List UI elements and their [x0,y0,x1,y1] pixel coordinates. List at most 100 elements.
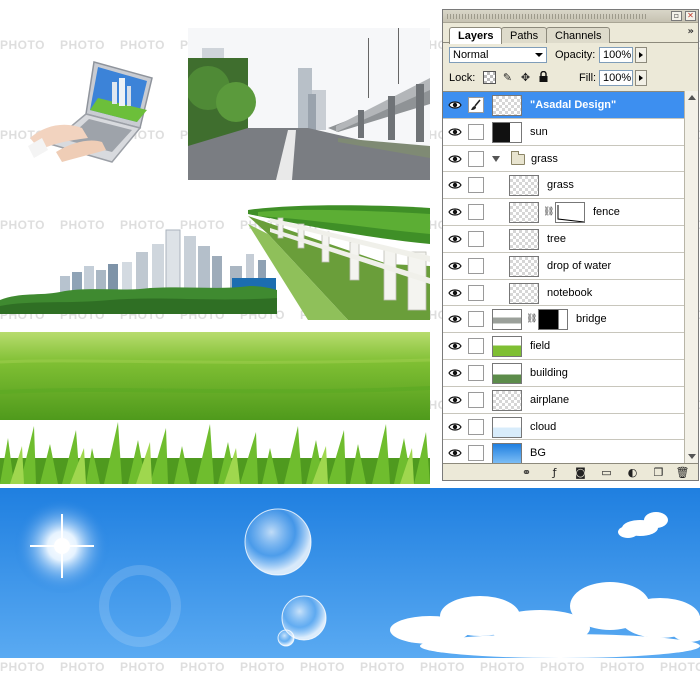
layer-row[interactable]: ⛓ bridge [443,306,684,334]
lock-all-icon[interactable] [537,70,550,84]
link-layers-icon[interactable]: ⚭ [519,466,534,479]
layer-link-toggle[interactable] [468,338,484,355]
fill-label: Fill: [579,72,597,84]
watermark-text: PHOTO [120,660,165,674]
watermark-text: PHOTO [60,38,105,52]
fill-slider-button[interactable] [635,70,647,86]
new-layer-icon[interactable]: ❐ [651,466,666,479]
fill-input[interactable]: 100% [599,70,633,86]
layer-link-toggle[interactable] [468,204,484,221]
watermark-text: PHOTO [180,660,225,674]
layer-thumbnail [492,389,522,411]
lock-label: Lock: [449,72,476,84]
watermark-text: PHOTO [540,660,585,674]
lock-position-move-icon[interactable]: ✥ [519,71,532,84]
layer-row[interactable]: ⛓ fence [443,199,684,226]
layer-name: airplane [530,393,570,406]
trash-icon[interactable]: 🗑 [675,466,690,479]
layer-row[interactable]: notebook [443,280,684,307]
layer-row[interactable]: grass [443,172,684,200]
layer-row[interactable]: cloud [443,414,684,441]
grass-field-photo [0,332,430,420]
visibility-eye-icon[interactable] [448,260,462,272]
visibility-eye-icon[interactable] [448,340,462,352]
layer-link-toggle[interactable] [468,284,484,301]
layers-scrollbar[interactable] [684,91,698,463]
opacity-slider-button[interactable] [635,47,647,63]
tab-channels[interactable]: Channels [546,27,611,43]
layer-name: drop of water [547,259,612,272]
blend-mode-value: Normal [453,49,489,61]
layer-row[interactable]: airplane [443,387,684,414]
drag-grip[interactable] [447,14,647,19]
opacity-input[interactable]: 100% [599,47,633,63]
visibility-eye-icon[interactable] [448,233,462,245]
visibility-eye-icon[interactable] [448,99,462,111]
minimize-button[interactable]: ▫ [671,11,682,21]
close-button[interactable]: ✕ [685,11,696,21]
layer-link-toggle[interactable] [468,364,484,381]
watermark-row: PHOTO PHOTO PHOTO PHOTO PHOTO PHOTO PHOTO PHOTO… [0,660,700,674]
layer-link-toggle[interactable] [468,230,484,247]
visibility-eye-icon[interactable] [448,179,462,191]
mask-link-icon[interactable]: ⛓ [543,207,554,218]
layer-row[interactable]: building [443,360,684,387]
layer-mask-thumbnail[interactable] [538,309,568,331]
lock-transparency-icon[interactable] [483,71,496,84]
visibility-eye-icon[interactable] [448,394,462,406]
layer-row[interactable]: grass [443,146,684,173]
blue-sky-photo [0,488,700,658]
layer-thumbnail [492,362,522,384]
visibility-eye-icon[interactable] [448,313,462,325]
layer-mask-thumbnail[interactable] [555,202,585,224]
lock-pixels-brush-icon[interactable]: ✎ [501,71,514,84]
watermark-text: PHOTO [660,660,700,674]
layer-link-toggle[interactable] [468,445,484,462]
layer-thumbnail [492,95,522,116]
panel-titlebar[interactable]: ▫ ✕ [443,10,698,23]
layer-link-toggle[interactable] [468,311,484,328]
tab-paths[interactable]: Paths [501,27,548,43]
add-mask-icon[interactable]: ◙ [573,466,588,479]
expand-triangle-icon[interactable] [492,155,500,162]
layer-link-toggle[interactable] [468,123,484,140]
visibility-eye-icon[interactable] [448,447,462,459]
layer-thumbnail [492,309,522,331]
layer-link-toggle[interactable] [468,150,484,167]
scroll-up-icon[interactable] [688,95,696,100]
blend-mode-select[interactable]: Normal [449,47,547,63]
layer-row[interactable]: tree [443,226,684,253]
adjustment-layer-icon[interactable]: ◐ [625,466,640,479]
layer-link-toggle[interactable] [468,177,484,194]
visibility-eye-icon[interactable] [448,367,462,379]
visibility-eye-icon[interactable] [448,153,462,165]
layer-thumbnail [509,228,539,250]
new-group-icon[interactable]: ▭ [599,466,614,479]
layer-name: bridge [576,313,607,326]
watermark-text: PHOTO [60,660,105,674]
layers-list: "Asadal Design" sun grass grass ⛓ fence tree dr… [443,91,684,463]
visibility-eye-icon[interactable] [448,287,462,299]
visibility-eye-icon[interactable] [448,206,462,218]
mask-link-icon[interactable]: ⛓ [526,314,537,325]
visibility-eye-icon[interactable] [448,421,462,433]
scroll-down-icon[interactable] [688,454,696,459]
panel-menu-icon[interactable]: » [688,26,694,37]
tab-layers[interactable]: Layers [449,27,503,44]
folder-icon [511,150,525,165]
visibility-eye-icon[interactable] [448,126,462,138]
layer-row[interactable]: BG [443,440,684,463]
layer-row[interactable]: field [443,333,684,360]
layer-row[interactable]: sun [443,119,684,146]
layer-row[interactable]: drop of water [443,253,684,280]
layer-name: building [530,366,568,379]
layer-name: "Asadal Design" [530,99,617,111]
layer-link-toggle[interactable] [468,418,484,435]
layer-link-toggle[interactable] [468,257,484,274]
layer-thumbnail [492,121,522,143]
brush-icon[interactable] [468,97,484,113]
layer-style-icon[interactable]: ƒ [547,466,562,479]
layer-name: grass [547,179,574,192]
layer-link-toggle[interactable] [468,391,484,408]
layer-row[interactable]: "Asadal Design" [443,92,684,119]
